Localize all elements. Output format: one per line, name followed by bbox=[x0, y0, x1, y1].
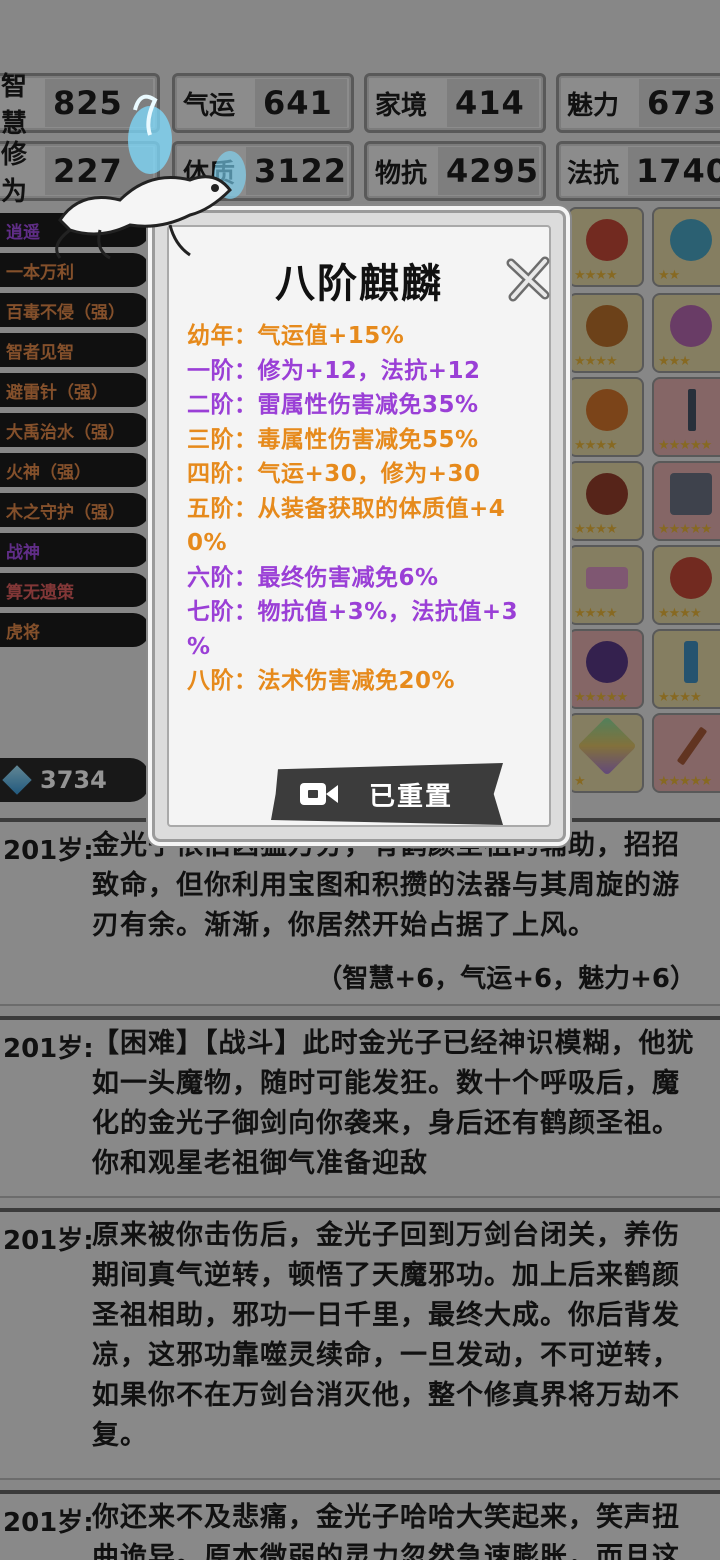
stage-line: 二阶：雷属性伤害减免35% bbox=[187, 392, 479, 418]
reset-button-label: 已重置 bbox=[369, 781, 454, 812]
stage-line: 四阶：气运+30，修为+30 bbox=[187, 461, 481, 487]
qilin-detail-dialog: 八阶麒麟 幼年：气运值+15% 一阶：修为+12，法抗+12 二阶：雷属性伤害减… bbox=[152, 210, 566, 842]
stage-line: 0% bbox=[187, 530, 228, 556]
dialog-body: 八阶麒麟 幼年：气运值+15% 一阶：修为+12，法抗+12 二阶：雷属性伤害减… bbox=[167, 225, 551, 827]
reset-button[interactable]: 已重置 bbox=[271, 763, 503, 825]
stage-line: 七阶：物抗值+3%，法抗值+3 bbox=[187, 599, 519, 625]
stage-line: 八阶：法术伤害减免20% bbox=[187, 668, 456, 694]
stage-line: % bbox=[187, 633, 211, 660]
close-button[interactable] bbox=[505, 255, 553, 303]
video-camera-icon bbox=[299, 780, 339, 808]
qilin-pet-icon bbox=[55, 94, 246, 260]
stage-line: 五阶：从装备获取的体质值+4 bbox=[187, 495, 506, 522]
close-icon bbox=[506, 256, 550, 302]
stage-line: 幼年：气运值+15% bbox=[187, 323, 405, 349]
stage-bonus-list: 幼年：气运值+15% 一阶：修为+12，法抗+12 二阶：雷属性伤害减免35% … bbox=[187, 319, 547, 699]
stage-line: 一阶：修为+12，法抗+12 bbox=[187, 357, 481, 384]
stage-line: 三阶：毒属性伤害减免55% bbox=[187, 426, 479, 453]
stage-line: 六阶：最终伤害减免6% bbox=[187, 564, 439, 591]
